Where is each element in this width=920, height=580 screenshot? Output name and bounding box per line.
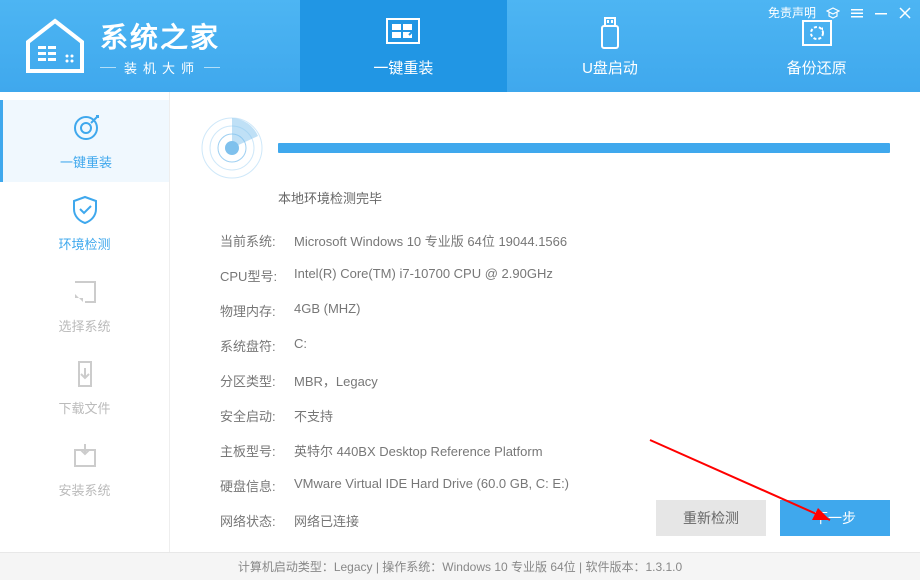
tab-label: 备份还原: [787, 57, 847, 78]
status-text: 本地环境检测完毕: [278, 188, 890, 207]
info-row-mem: 物理内存:4GB (MHZ): [220, 293, 890, 328]
next-button[interactable]: 下一步: [780, 500, 890, 536]
progress-row: [200, 116, 890, 180]
tab-label: 一键重装: [373, 57, 433, 78]
select-icon: [69, 276, 101, 308]
install-icon: [69, 440, 101, 472]
sidebar-item-select[interactable]: 选择系统: [0, 264, 169, 346]
close-button[interactable]: [898, 6, 912, 20]
info-row-drive: 系统盘符:C:: [220, 328, 890, 363]
sidebar-label: 环境检测: [58, 234, 110, 253]
sidebar-label: 一键重装: [60, 152, 112, 171]
menu-icon[interactable]: [850, 6, 864, 20]
sidebar-item-install[interactable]: 安装系统: [0, 428, 169, 510]
logo-title: 系统之家: [100, 16, 220, 56]
info-row-disk: 硬盘信息:VMware Virtual IDE Hard Drive (60.0…: [220, 468, 890, 503]
info-row-part: 分区类型:MBR，Legacy: [220, 363, 890, 398]
minimize-button[interactable]: [874, 6, 888, 20]
logo-subtitle: 装机大师: [100, 58, 220, 77]
target-icon: [70, 112, 102, 144]
sidebar-item-reinstall[interactable]: 一键重装: [0, 100, 169, 182]
info-row-cpu: CPU型号:Intel(R) Core(TM) i7-10700 CPU @ 2…: [220, 258, 890, 293]
progress-bar: [278, 143, 890, 153]
usb-icon: [590, 15, 630, 51]
radar-icon: [200, 116, 264, 180]
recheck-button[interactable]: 重新检测: [656, 500, 766, 536]
tab-reinstall[interactable]: 一键重装: [300, 0, 507, 92]
sidebar: 一键重装 环境检测 选择系统 下载文件 安装系统: [0, 92, 170, 552]
sidebar-label: 选择系统: [58, 316, 110, 335]
sidebar-label: 下载文件: [58, 398, 110, 417]
info-row-secboot: 安全启动:不支持: [220, 398, 890, 433]
download-icon: [69, 358, 101, 390]
disclaimer-link[interactable]: 免责声明: [768, 4, 816, 21]
sidebar-item-download[interactable]: 下载文件: [0, 346, 169, 428]
shield-icon: [69, 194, 101, 226]
sidebar-item-env[interactable]: 环境检测: [0, 182, 169, 264]
windows-reinstall-icon: [383, 15, 423, 51]
tab-usb[interactable]: U盘启动: [507, 0, 714, 92]
graduation-icon[interactable]: [826, 6, 840, 20]
info-row-mb: 主板型号:英特尔 440BX Desktop Reference Platfor…: [220, 433, 890, 468]
info-row-os: 当前系统:Microsoft Windows 10 专业版 64位 19044.…: [220, 223, 890, 258]
header: 系统之家 装机大师 一键重装 U盘启动: [0, 0, 920, 92]
body: 一键重装 环境检测 选择系统 下载文件 安装系统: [0, 92, 920, 552]
info-list: 当前系统:Microsoft Windows 10 专业版 64位 19044.…: [200, 223, 890, 538]
window-controls: 免责声明: [768, 4, 912, 21]
logo-area: 系统之家 装机大师: [0, 0, 300, 92]
footer-text: 计算机启动类型：Legacy | 操作系统：Windows 10 专业版 64位…: [238, 558, 682, 575]
sidebar-label: 安装系统: [58, 480, 110, 499]
footer: 计算机启动类型：Legacy | 操作系统：Windows 10 专业版 64位…: [0, 552, 920, 580]
tab-label: U盘启动: [582, 57, 638, 78]
house-logo-icon: [20, 16, 90, 76]
action-row: 重新检测 下一步: [656, 500, 890, 536]
main-content: 本地环境检测完毕 当前系统:Microsoft Windows 10 专业版 6…: [170, 92, 920, 552]
